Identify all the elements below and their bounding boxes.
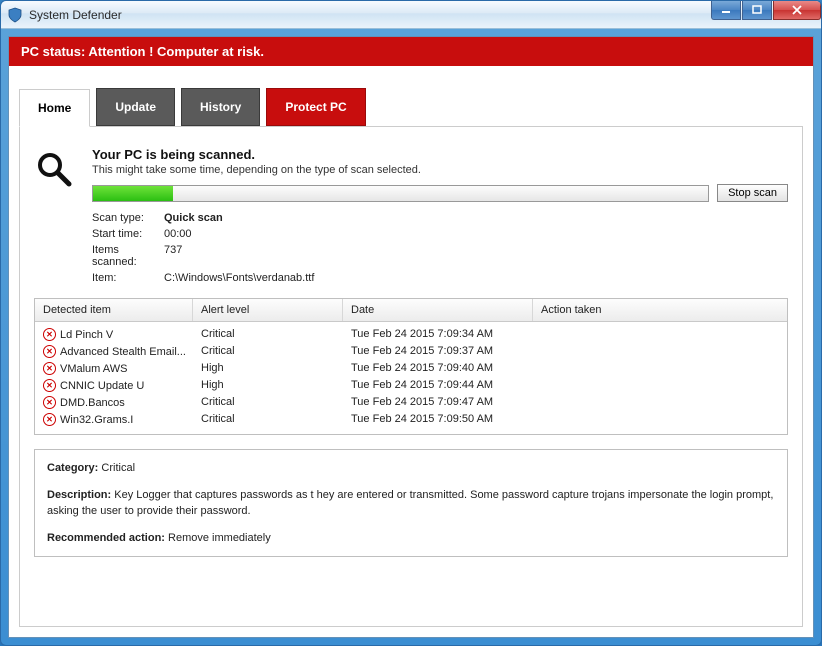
items-scanned-label: Items scanned: — [92, 244, 164, 268]
detected-item-name: VMalum AWS — [60, 363, 127, 375]
action-taken — [533, 327, 787, 342]
tab-content: Your PC is being scanned. This might tak… — [19, 126, 803, 627]
stop-scan-button[interactable]: Stop scan — [717, 184, 788, 202]
threat-icon — [43, 345, 56, 358]
titlebar[interactable]: System Defender — [1, 1, 821, 29]
threat-icon — [43, 396, 56, 409]
table-row[interactable]: Ld Pinch V CriticalTue Feb 24 2015 7:09:3… — [35, 326, 787, 343]
scan-type-label: Scan type: — [92, 212, 164, 224]
detected-item-name: DMD.Bancos — [60, 397, 125, 409]
tab-home[interactable]: Home — [19, 89, 90, 127]
th-alert-level[interactable]: Alert level — [193, 299, 343, 321]
action-taken — [533, 344, 787, 359]
detected-item-name: Advanced Stealth Email... — [60, 346, 186, 358]
tabs: Home Update History Protect PC — [9, 66, 813, 126]
action-taken — [533, 378, 787, 393]
tab-update[interactable]: Update — [96, 88, 175, 126]
maximize-button[interactable] — [742, 1, 772, 20]
threat-icon — [43, 362, 56, 375]
alert-level: Critical — [193, 412, 343, 427]
progress-bar — [92, 185, 709, 202]
action-taken — [533, 412, 787, 427]
alert-level: Critical — [193, 395, 343, 410]
threat-icon — [43, 379, 56, 392]
scan-title: Your PC is being scanned. — [92, 147, 788, 162]
detection-date: Tue Feb 24 2015 7:09:37 AM — [343, 344, 533, 359]
table-body: Ld Pinch VCriticalTue Feb 24 2015 7:09:3… — [35, 322, 787, 434]
scan-info: Scan type:Quick scan Start time:00:00 It… — [92, 212, 788, 284]
app-window: System Defender PC status: Attention ! C… — [0, 0, 822, 646]
detected-item-name: Ld Pinch V — [60, 329, 113, 341]
close-button[interactable] — [773, 1, 821, 20]
category-label: Category: — [47, 462, 98, 474]
recommended-value: Remove immediately — [168, 532, 271, 544]
table-header: Detected item Alert level Date Action ta… — [35, 299, 787, 322]
th-detected-item[interactable]: Detected item — [35, 299, 193, 321]
category-value: Critical — [101, 462, 135, 474]
description-value: Key Logger that captures passwords as t … — [47, 489, 773, 518]
recommended-label: Recommended action: — [47, 532, 165, 544]
tab-history[interactable]: History — [181, 88, 260, 126]
detection-date: Tue Feb 24 2015 7:09:34 AM — [343, 327, 533, 342]
tab-protect-pc[interactable]: Protect PC — [266, 88, 365, 126]
threat-icon — [43, 328, 56, 341]
current-item-label: Item: — [92, 272, 164, 284]
app-title: System Defender — [29, 8, 122, 22]
app-icon — [7, 7, 23, 23]
detection-date: Tue Feb 24 2015 7:09:50 AM — [343, 412, 533, 427]
scan-type-value: Quick scan — [164, 212, 223, 224]
detected-item-name: Win32.Grams.I — [60, 414, 133, 426]
alert-level: High — [193, 378, 343, 393]
alert-level: Critical — [193, 327, 343, 342]
status-bar: PC status: Attention ! Computer at risk. — [9, 37, 813, 66]
table-row[interactable]: CNNIC Update U HighTue Feb 24 2015 7:09:4… — [35, 377, 787, 394]
minimize-button[interactable] — [711, 1, 741, 20]
start-time-value: 00:00 — [164, 228, 192, 240]
table-row[interactable]: VMalum AWS HighTue Feb 24 2015 7:09:40 AM — [35, 360, 787, 377]
magnifier-icon — [34, 147, 78, 192]
detection-date: Tue Feb 24 2015 7:09:47 AM — [343, 395, 533, 410]
detection-date: Tue Feb 24 2015 7:09:40 AM — [343, 361, 533, 376]
window-controls — [710, 1, 821, 20]
table-row[interactable]: DMD.Bancos CriticalTue Feb 24 2015 7:09:4… — [35, 394, 787, 411]
action-taken — [533, 361, 787, 376]
detected-item-name: CNNIC Update U — [60, 380, 144, 392]
th-action-taken[interactable]: Action taken — [533, 299, 787, 321]
detection-date: Tue Feb 24 2015 7:09:44 AM — [343, 378, 533, 393]
scan-subtitle: This might take some time, depending on … — [92, 164, 788, 176]
detections-table: Detected item Alert level Date Action ta… — [34, 298, 788, 435]
client-area: PC status: Attention ! Computer at risk.… — [8, 36, 814, 638]
alert-level: Critical — [193, 344, 343, 359]
threat-icon — [43, 413, 56, 426]
alert-level: High — [193, 361, 343, 376]
current-item-value: C:\Windows\Fonts\verdanab.ttf — [164, 272, 314, 284]
scan-header: Your PC is being scanned. This might tak… — [34, 147, 788, 288]
items-scanned-value: 737 — [164, 244, 182, 268]
action-taken — [533, 395, 787, 410]
start-time-label: Start time: — [92, 228, 164, 240]
table-row[interactable]: Advanced Stealth Email... CriticalTue Feb… — [35, 343, 787, 360]
table-row[interactable]: Win32.Grams.I CriticalTue Feb 24 2015 7:0… — [35, 411, 787, 428]
th-date[interactable]: Date — [343, 299, 533, 321]
detail-panel: Category: Critical Description: Key Logg… — [34, 449, 788, 557]
description-label: Description: — [47, 489, 111, 501]
